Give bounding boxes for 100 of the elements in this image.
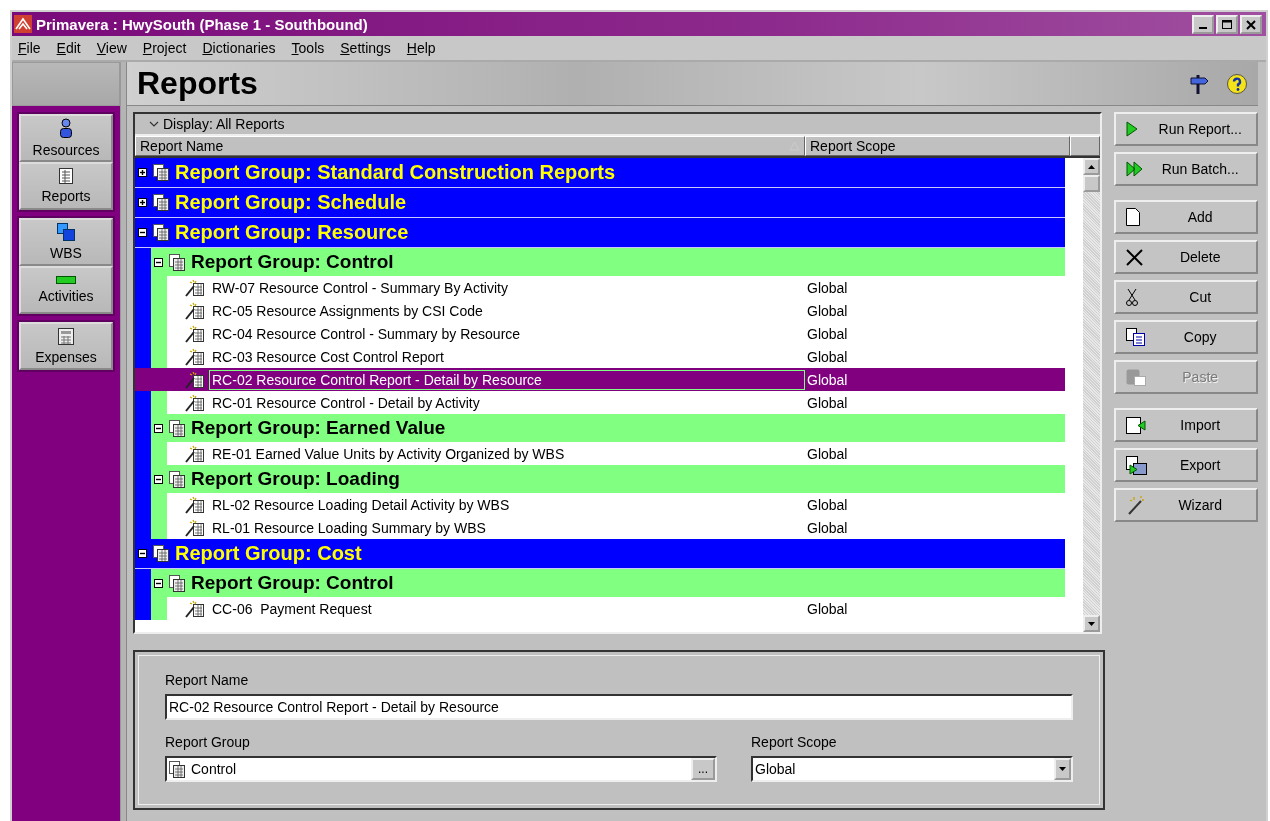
sidebar-button[interactable]: Resources [19, 114, 113, 162]
menu-item[interactable]: Help [406, 40, 436, 56]
help-button[interactable] [1226, 72, 1248, 95]
stacked-squares-icon [57, 223, 75, 241]
report-row[interactable]: RC-04 Resource Control - Summary by Resource Global [135, 322, 1066, 345]
expander-toggle[interactable] [154, 423, 163, 433]
menu-item[interactable]: File [18, 40, 41, 56]
sidebar-button[interactable]: Expenses [19, 322, 113, 370]
scroll-up-button[interactable] [1083, 158, 1101, 175]
action-button[interactable]: Import [1114, 408, 1258, 442]
report-row[interactable]: CC-06 Payment Request Global [135, 597, 1066, 620]
scroll-down-button[interactable] [1083, 615, 1101, 632]
report-scope: Global [806, 302, 848, 319]
magic-wand-icon [1126, 495, 1147, 515]
report-row[interactable]: RL-02 Resource Loading Detail Activity by WBS Global [135, 493, 1066, 516]
expander-toggle[interactable] [154, 474, 163, 484]
action-button[interactable]: Delete [1114, 240, 1258, 274]
wand-report-icon [185, 278, 205, 297]
report-name: RL-01 Resource Loading Summary by WBS [211, 518, 487, 538]
expander-toggle[interactable] [138, 168, 147, 177]
play-icon [1126, 121, 1139, 137]
menu-item[interactable]: View [96, 40, 127, 56]
group-icon [153, 164, 169, 181]
wand-report-icon [185, 324, 205, 343]
page-title: Reports [137, 65, 258, 102]
group-icon [153, 194, 169, 211]
report-row[interactable]: RC-01 Resource Control - Detail by Activity Global [135, 391, 1066, 414]
menu-item[interactable]: Dictionaries [202, 40, 276, 56]
down-arrow-icon [1088, 621, 1096, 626]
column-header[interactable]: Report Scope [805, 136, 1070, 156]
wand-report-icon [185, 370, 205, 389]
close-button[interactable] [1240, 14, 1262, 34]
expander-toggle[interactable] [154, 257, 163, 267]
group-label: Report Group: Earned Value [191, 417, 446, 439]
action-button[interactable]: Export [1114, 448, 1258, 482]
display-filter[interactable]: Display: All Reports [163, 116, 285, 132]
wand-report-icon [185, 301, 205, 320]
report-scope: Global [806, 445, 848, 462]
report-row[interactable]: RE-01 Earned Value Units by Activity Organized by WBS Global [135, 442, 1066, 465]
report-name: RC-05 Resource Assignments by CSI Code [211, 301, 484, 321]
action-button[interactable]: Cut [1114, 280, 1258, 314]
expander-toggle[interactable] [138, 198, 147, 207]
report-row[interactable]: RC-05 Resource Assignments by CSI Code Global [135, 299, 1066, 322]
group-row[interactable]: Report Group: Earned Value [135, 414, 1066, 442]
menu-item[interactable]: Edit [56, 40, 81, 56]
sidebar-button[interactable]: Reports [19, 162, 113, 210]
browse-button[interactable]: ... [691, 758, 715, 780]
column-header[interactable]: Report Name [135, 136, 805, 156]
minimize-button[interactable] [1192, 14, 1214, 34]
menu-item[interactable]: Project [142, 40, 187, 56]
report-scope: Global [806, 496, 848, 513]
menu-item[interactable]: Tools [291, 40, 325, 56]
page-icon [1126, 208, 1141, 226]
person-icon [59, 118, 73, 138]
group-icon [169, 253, 185, 271]
group-row[interactable]: Report Group: Control [135, 569, 1066, 597]
report-name: RC-01 Resource Control - Detail by Activity [211, 393, 481, 413]
report-name: RL-02 Resource Loading Detail Activity by WBS [211, 495, 511, 515]
report-name: RC-04 Resource Control - Summary by Resource [211, 324, 522, 344]
sidebar-button[interactable]: WBS [19, 218, 113, 266]
expander-toggle[interactable] [138, 549, 147, 558]
action-button[interactable]: Run Batch... [1114, 152, 1258, 186]
report-row[interactable]: RC-03 Resource Cost Control Report Global [135, 345, 1066, 368]
group-icon [153, 545, 169, 562]
action-button[interactable]: Run Report... [1114, 112, 1258, 146]
report-name-field[interactable]: RC-02 Resource Control Report - Detail by Resource [165, 694, 1073, 720]
group-row[interactable]: Report Group: Standard Construction Reports [135, 158, 1066, 188]
report-group-field[interactable]: Control ... [165, 756, 717, 782]
action-button[interactable]: Wizard [1114, 488, 1258, 522]
calculator-icon [58, 327, 74, 345]
action-button[interactable]: Copy [1114, 320, 1258, 354]
group-row[interactable]: Report Group: Resource [135, 218, 1066, 248]
group-row[interactable]: Report Group: Schedule [135, 188, 1066, 218]
maximize-button[interactable] [1216, 14, 1238, 34]
report-row[interactable]: RL-01 Resource Loading Summary by WBS Global [135, 516, 1066, 539]
group-label: Report Group: Control [191, 251, 394, 273]
group-row[interactable]: Report Group: Loading [135, 465, 1066, 493]
expander-toggle[interactable] [154, 578, 163, 588]
report-row[interactable]: RW-07 Resource Control - Summary By Activity Global [135, 276, 1066, 299]
group-icon [169, 574, 185, 592]
report-scope: Global [806, 519, 848, 536]
group-row[interactable]: Report Group: Cost [135, 539, 1066, 569]
report-scope: Global [806, 348, 848, 365]
scrollbar-thumb[interactable] [1083, 175, 1101, 192]
report-scope: Global [806, 325, 848, 342]
chevron-down-icon [149, 120, 159, 128]
report-scope-dropdown[interactable]: Global [751, 756, 1073, 782]
wand-report-icon [185, 444, 205, 463]
expander-toggle[interactable] [138, 228, 147, 237]
field-label: Report Group [165, 734, 251, 750]
group-row[interactable]: Report Group: Control [135, 248, 1066, 276]
app-icon [14, 15, 32, 33]
minimize-icon [1199, 26, 1207, 29]
scrollbar[interactable] [1083, 158, 1101, 632]
sidebar-button[interactable]: Activities [19, 266, 113, 314]
report-name: CC-06 Payment Request [211, 599, 373, 619]
menu-item[interactable]: Settings [340, 40, 391, 56]
action-button[interactable]: Add [1114, 200, 1258, 234]
signpost-button[interactable] [1188, 72, 1210, 95]
group-label: Report Group: Control [191, 572, 394, 594]
